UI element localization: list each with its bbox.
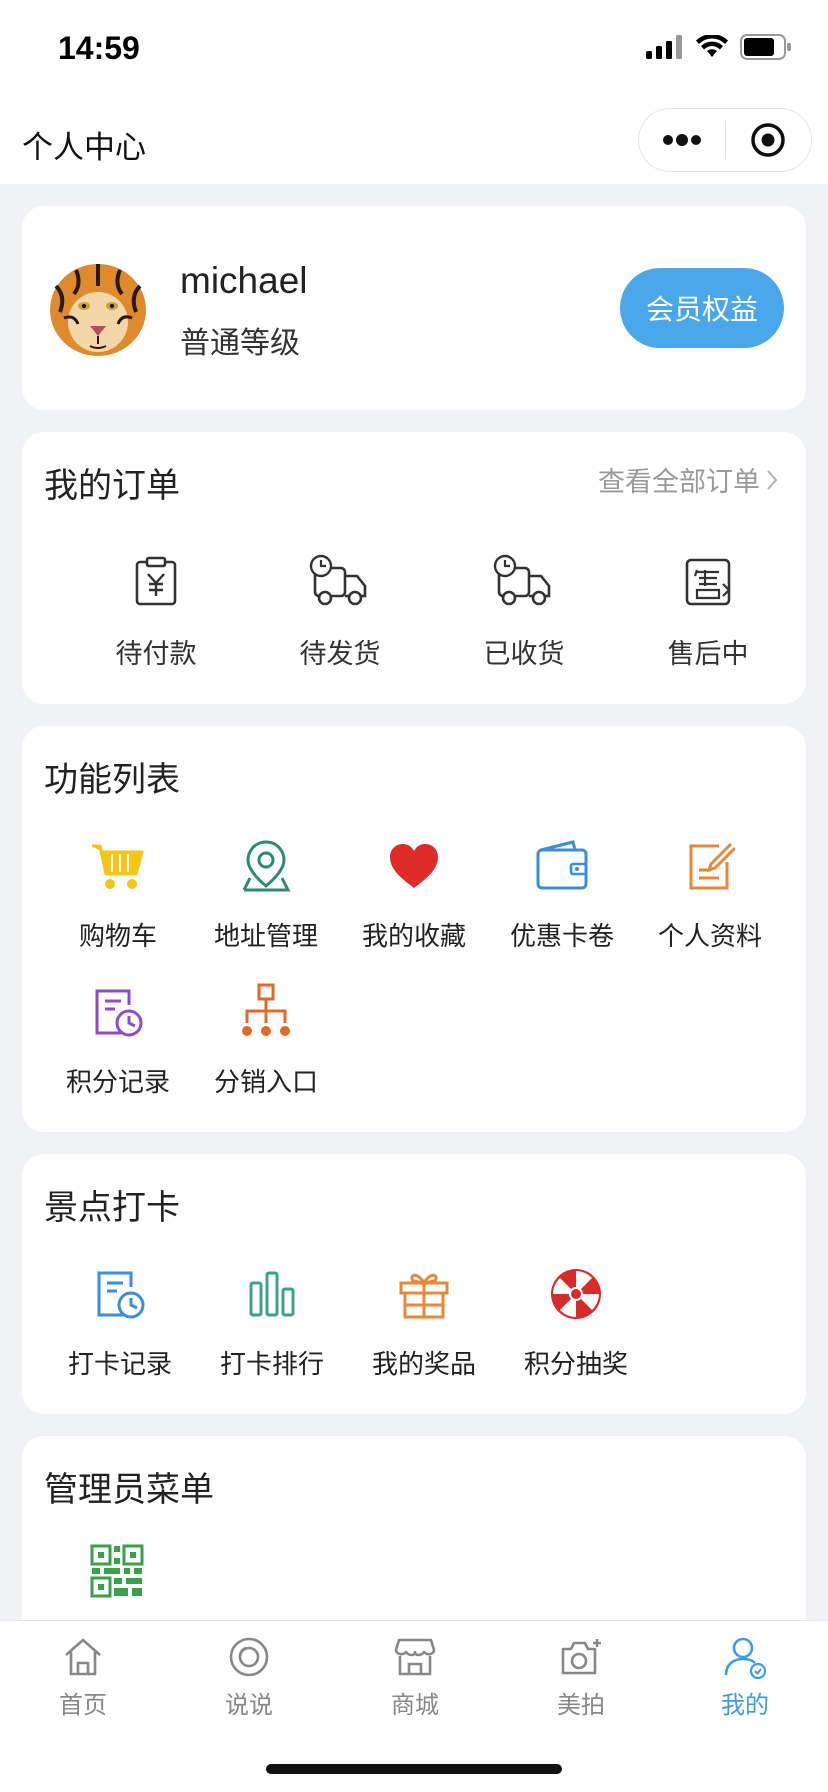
more-button[interactable] bbox=[639, 109, 725, 171]
bar-rank-icon bbox=[249, 1271, 295, 1317]
username: michael bbox=[180, 260, 308, 301]
order-item-label: 已收货 bbox=[483, 639, 565, 670]
fn-shopping-cart[interactable]: 购物车 bbox=[44, 834, 192, 953]
status-icons bbox=[646, 34, 792, 60]
mini-program-capsule bbox=[638, 108, 812, 172]
fn-personal-info[interactable]: 个人资料 bbox=[636, 834, 784, 953]
status-time: 14:59 bbox=[58, 30, 140, 66]
chevron-right-icon bbox=[767, 469, 778, 490]
view-all-orders-label: 查看全部订单 bbox=[598, 467, 760, 498]
page-title: 个人中心 bbox=[22, 130, 146, 166]
ck-item-label: 积分抽奖 bbox=[523, 1350, 628, 1380]
tab-label: 美拍 bbox=[557, 1691, 605, 1719]
tab-home[interactable]: 首页 bbox=[0, 1633, 166, 1720]
after-sale-icon bbox=[685, 558, 731, 606]
orders-title: 我的订单 bbox=[44, 466, 180, 506]
tab-mine[interactable]: 我的 bbox=[662, 1633, 828, 1720]
avatar[interactable] bbox=[46, 256, 150, 360]
heart-icon bbox=[390, 844, 438, 888]
wifi-icon bbox=[696, 35, 728, 57]
fn-item-label: 购物车 bbox=[78, 922, 157, 952]
tab-label: 说说 bbox=[225, 1691, 273, 1719]
checkin-record[interactable]: 打卡记录 bbox=[44, 1262, 196, 1381]
ck-item-label: 我的奖品 bbox=[371, 1350, 476, 1380]
member-benefits-button[interactable]: 会员权益 bbox=[620, 268, 784, 348]
fn-points-record[interactable]: 积分记录 bbox=[44, 980, 192, 1099]
home-indicator bbox=[266, 1764, 562, 1774]
truck-clock-icon bbox=[493, 554, 551, 606]
fn-item-label: 优惠卡卷 bbox=[509, 922, 614, 952]
close-mini-program-button[interactable] bbox=[726, 109, 812, 171]
location-pin-icon bbox=[242, 840, 291, 892]
fn-favorites[interactable]: 我的收藏 bbox=[340, 834, 488, 953]
order-item-label: 待发货 bbox=[299, 639, 381, 670]
signal-icon bbox=[646, 35, 682, 59]
chat-circle-icon bbox=[229, 1637, 269, 1677]
checkin-record-icon bbox=[97, 1271, 145, 1319]
points-lottery[interactable]: 积分抽奖 bbox=[500, 1262, 652, 1381]
ck-item-label: 打卡记录 bbox=[67, 1350, 172, 1380]
profile-card: michael 普通等级 会员权益 bbox=[22, 206, 806, 410]
truck-clock-icon bbox=[309, 554, 367, 606]
fn-item-label: 我的收藏 bbox=[361, 922, 466, 952]
fn-address-manage[interactable]: 地址管理 bbox=[192, 834, 340, 953]
function-list-card: 功能列表 购物车 地址管理 我的收藏 优惠卡卷 个人资料 积分记录 分销入口 bbox=[22, 726, 806, 1132]
tab-label: 我的 bbox=[721, 1691, 769, 1719]
status-bar: 14:59 bbox=[0, 0, 828, 100]
order-pending-shipment[interactable]: 待发货 bbox=[248, 550, 432, 671]
tab-label: 商城 bbox=[391, 1691, 439, 1719]
nav-bar: 个人中心 bbox=[0, 100, 828, 184]
target-icon bbox=[751, 123, 785, 157]
fn-item-label: 积分记录 bbox=[65, 1068, 170, 1098]
points-record-icon bbox=[95, 989, 143, 1037]
orders-card: 我的订单 查看全部订单 待付款 待发货 已收货 售后中 bbox=[22, 432, 806, 704]
wallet-icon bbox=[536, 840, 588, 890]
payment-pending-icon bbox=[135, 556, 177, 606]
edit-note-icon bbox=[689, 842, 735, 890]
fn-item-label: 个人资料 bbox=[657, 922, 762, 952]
member-level: 普通等级 bbox=[180, 326, 300, 361]
org-tree-icon bbox=[242, 983, 290, 1036]
gift-icon bbox=[399, 1273, 449, 1319]
order-pending-payment[interactable]: 待付款 bbox=[64, 550, 248, 671]
home-icon bbox=[65, 1638, 101, 1676]
checkin-ranking[interactable]: 打卡排行 bbox=[196, 1262, 348, 1381]
admin-menu-title: 管理员菜单 bbox=[44, 1470, 214, 1510]
fn-item-label: 地址管理 bbox=[213, 922, 318, 952]
checkin-title: 景点打卡 bbox=[44, 1188, 180, 1228]
user-icon bbox=[724, 1637, 767, 1679]
tab-talk[interactable]: 说说 bbox=[166, 1633, 332, 1720]
shopping-cart-icon bbox=[92, 844, 144, 889]
my-prizes[interactable]: 我的奖品 bbox=[348, 1262, 500, 1381]
order-item-label: 售后中 bbox=[667, 639, 749, 670]
fn-coupons[interactable]: 优惠卡卷 bbox=[488, 834, 636, 953]
fn-item-label: 分销入口 bbox=[213, 1068, 318, 1098]
function-list-title: 功能列表 bbox=[44, 760, 180, 800]
store-icon bbox=[394, 1638, 436, 1676]
tab-label: 首页 bbox=[59, 1691, 107, 1719]
tab-photo[interactable]: 美拍 bbox=[498, 1633, 664, 1720]
more-dots-icon bbox=[662, 134, 701, 146]
battery-icon bbox=[740, 34, 791, 60]
camera-icon bbox=[561, 1639, 601, 1675]
fn-distribution[interactable]: 分销入口 bbox=[192, 980, 340, 1099]
order-received[interactable]: 已收货 bbox=[432, 550, 616, 671]
scenic-checkin-card: 景点打卡 打卡记录 打卡排行 我的奖品 积分抽奖 bbox=[22, 1154, 806, 1414]
view-all-orders-link[interactable]: 查看全部订单 bbox=[598, 460, 778, 499]
order-item-label: 待付款 bbox=[115, 639, 197, 670]
qr-code-icon[interactable] bbox=[90, 1544, 144, 1598]
ck-item-label: 打卡排行 bbox=[219, 1350, 324, 1380]
order-after-sale[interactable]: 售后中 bbox=[616, 550, 800, 671]
lottery-wheel-icon bbox=[551, 1269, 601, 1319]
tab-mall[interactable]: 商城 bbox=[332, 1633, 498, 1720]
